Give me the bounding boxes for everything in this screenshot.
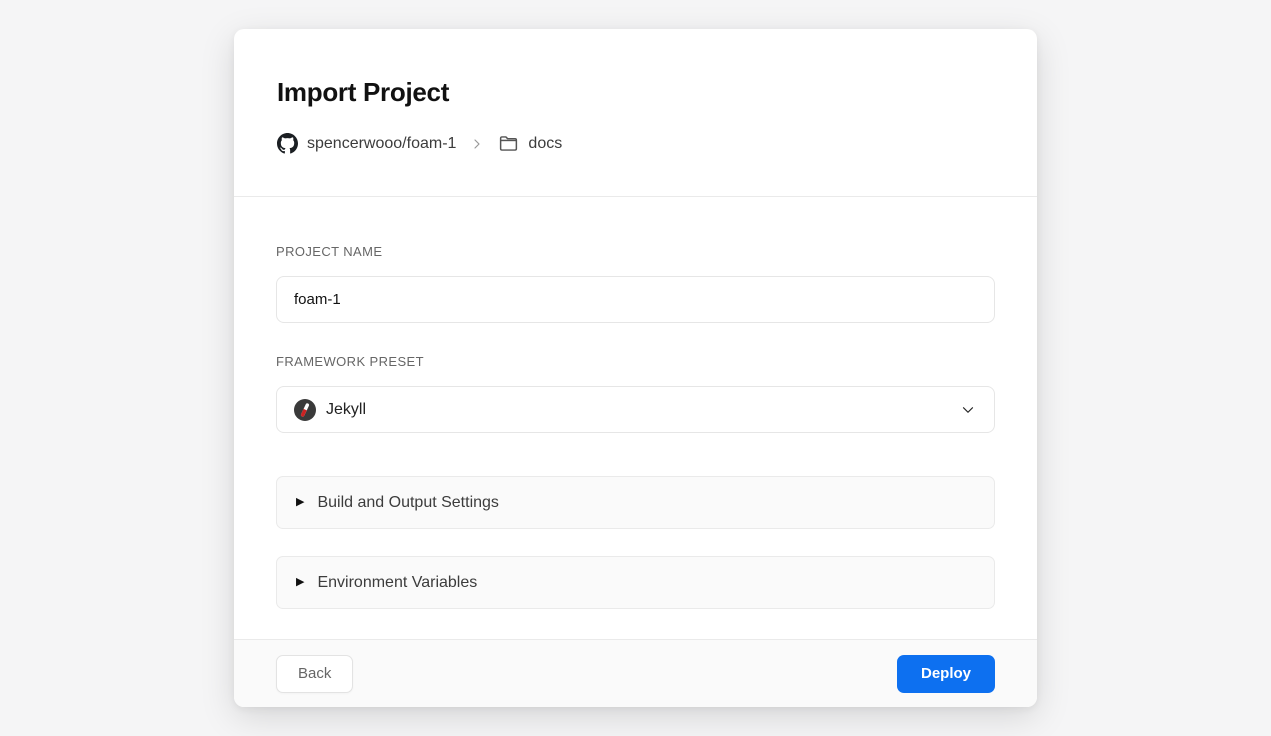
project-name-input[interactable] [276, 276, 995, 323]
breadcrumb-folder: docs [498, 133, 562, 154]
jekyll-logo-icon [294, 399, 316, 421]
framework-preset-select[interactable]: Jekyll [276, 386, 995, 433]
expander-label: Environment Variables [317, 574, 477, 592]
expander-label: Build and Output Settings [317, 494, 498, 512]
chevron-right-icon [469, 136, 485, 152]
page-title: Import Project [277, 77, 994, 108]
environment-variables-expander[interactable]: ▶ Environment Variables [276, 556, 995, 609]
modal-footer: Back Deploy [234, 639, 1037, 707]
github-icon [277, 133, 298, 154]
breadcrumb-folder-label: docs [528, 135, 562, 153]
modal-header: Import Project spencerwooo/foam-1 [234, 29, 1037, 197]
triangle-right-icon: ▶ [296, 497, 304, 508]
framework-preset-label: Framework Preset [276, 354, 995, 369]
breadcrumb-repo-label: spencerwooo/foam-1 [307, 135, 456, 153]
deploy-button[interactable]: Deploy [897, 655, 995, 693]
framework-preset-group: Framework Preset Jekyll [276, 354, 995, 433]
framework-selected-value: Jekyll [326, 401, 959, 419]
breadcrumb: spencerwooo/foam-1 docs [277, 133, 994, 154]
chevron-down-icon [959, 401, 977, 419]
back-button[interactable]: Back [276, 655, 353, 693]
project-name-group: Project Name [276, 244, 995, 323]
import-project-modal: Import Project spencerwooo/foam-1 [234, 29, 1037, 707]
build-output-settings-expander[interactable]: ▶ Build and Output Settings [276, 476, 995, 529]
breadcrumb-repo: spencerwooo/foam-1 [277, 133, 456, 154]
folder-icon [498, 133, 519, 154]
project-name-label: Project Name [276, 244, 995, 259]
spacer [276, 464, 995, 476]
triangle-right-icon: ▶ [296, 577, 304, 588]
modal-body: Project Name Framework Preset Jekyll [234, 197, 1037, 639]
